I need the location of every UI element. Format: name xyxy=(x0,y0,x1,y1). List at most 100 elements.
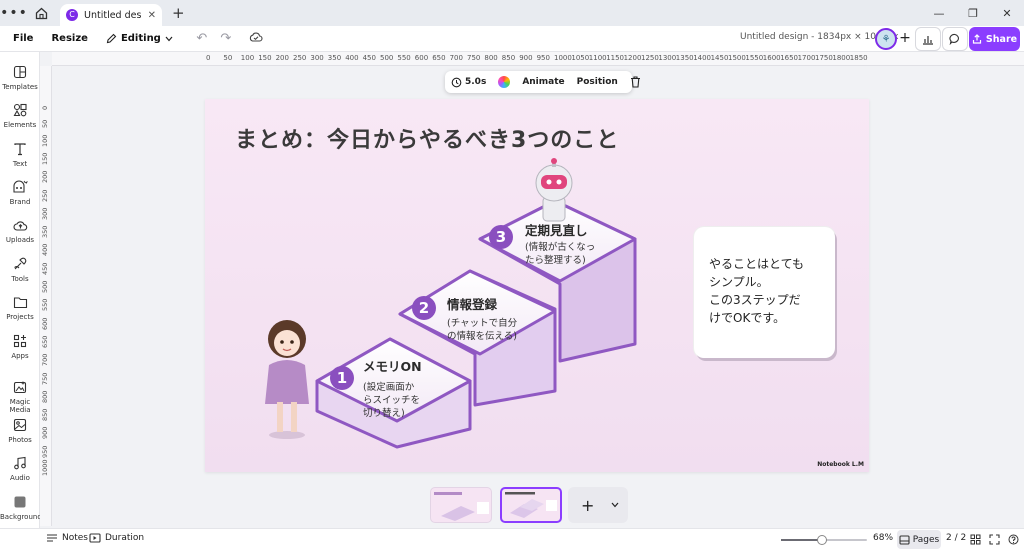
ruler-tick-label: 800 xyxy=(484,54,498,62)
ruler-tick-label: 400 xyxy=(345,54,359,62)
window-controls: — ❐ ✕ xyxy=(922,0,1024,26)
sidebar-item-photos[interactable]: Photos xyxy=(0,417,40,444)
text-icon xyxy=(0,141,40,157)
notes-label: Notes xyxy=(62,533,88,543)
help-icon[interactable] xyxy=(1008,534,1019,545)
sidebar-label: Brand xyxy=(9,198,31,206)
animate-button[interactable]: Animate xyxy=(516,77,570,87)
canva-logo-icon: C xyxy=(66,9,78,21)
resize-button[interactable]: Resize xyxy=(42,33,96,44)
sidebar-item-uploads[interactable]: Uploads xyxy=(0,217,40,244)
step-1-badge[interactable]: 1 xyxy=(330,366,354,390)
add-page-button[interactable]: + xyxy=(568,487,628,523)
ruler-tick-label: 600 xyxy=(41,317,49,330)
left-sidebar: Templates Elements Text Brand Uploads To… xyxy=(0,52,42,528)
chevron-down-icon xyxy=(165,36,173,41)
chevron-down-icon[interactable] xyxy=(611,502,619,508)
sidebar-item-audio[interactable]: Audio xyxy=(0,455,40,482)
sidebar-item-brand[interactable]: Brand xyxy=(0,179,40,206)
duration-timeline-button[interactable]: Duration xyxy=(89,533,144,543)
ruler-tick-label: 50 xyxy=(223,54,233,62)
zoom-slider[interactable] xyxy=(781,535,867,545)
invite-button[interactable]: + xyxy=(897,31,913,47)
zoom-level[interactable]: 68% xyxy=(873,533,893,543)
ruler-tick-label: 750 xyxy=(467,54,481,62)
delete-button[interactable] xyxy=(624,76,647,88)
cloud-save-icon[interactable] xyxy=(244,31,268,47)
page-thumbnail-2[interactable] xyxy=(500,487,562,523)
avatar[interactable]: ⚘ xyxy=(875,28,897,50)
sidebar-label: Projects xyxy=(6,313,34,321)
ruler-tick-label: 850 xyxy=(41,408,49,422)
ruler-tick-label: 1850 xyxy=(849,54,868,62)
ruler-tick-label: 100 xyxy=(41,134,49,147)
new-tab-button[interactable]: + xyxy=(172,4,185,22)
color-button[interactable] xyxy=(492,76,516,88)
sidebar-item-tools[interactable]: Tools xyxy=(0,256,40,283)
ruler-tick-label: 1050 xyxy=(571,54,590,62)
undo-icon[interactable]: ↶ xyxy=(190,31,214,46)
ruler-tick-label: 900 xyxy=(41,426,49,440)
step-2-badge[interactable]: 2 xyxy=(412,296,436,320)
step-1-label[interactable]: メモリON (設定画面か らスイッチを 切り替え) xyxy=(363,356,422,420)
share-button[interactable]: Share xyxy=(969,27,1020,51)
ruler-tick-label: 850 xyxy=(501,54,516,62)
editor-toolbar: File Resize Editing ↶ ↷ Untitled design … xyxy=(0,26,1024,52)
browser-tab[interactable]: C Untitled design - 1... ✕ xyxy=(60,4,162,26)
ruler-tick-label: 350 xyxy=(41,225,49,239)
step-3-subtitle: (情報が古くなっ たら整理する) xyxy=(525,242,596,266)
audio-icon xyxy=(0,455,40,471)
zoom-slider-handle[interactable] xyxy=(817,535,828,545)
close-window-icon[interactable]: ✕ xyxy=(990,7,1024,20)
sidebar-item-magic-media[interactable]: Magic Media xyxy=(0,379,40,414)
step-1-title: メモリON xyxy=(363,359,422,374)
design-page[interactable]: まとめ：今日からやるべき3つのこと 1 メモリON (設定画面か らスイッチを … xyxy=(205,99,869,472)
pages-button[interactable]: Pages xyxy=(897,530,941,549)
zoom-slider-fill xyxy=(781,539,823,541)
tab-close-icon[interactable]: ✕ xyxy=(148,10,156,21)
page-floating-toolbar: 5.0s Animate Position xyxy=(445,71,640,93)
sidebar-item-apps[interactable]: Apps xyxy=(0,333,40,360)
redo-icon[interactable]: ↷ xyxy=(214,31,238,46)
bar-chart-icon xyxy=(923,35,933,45)
elements-icon xyxy=(0,102,40,118)
ruler-tick-label: 550 xyxy=(397,54,411,62)
credit-text: Notebook L.M xyxy=(817,461,864,468)
summary-note-card[interactable]: やることはとても シンプル。 この3ステップだ けでOKです。 xyxy=(694,227,835,358)
file-menu[interactable]: File xyxy=(4,33,42,44)
ruler-tick-label: 150 xyxy=(41,152,49,165)
insights-button[interactable] xyxy=(915,27,941,51)
step-2-label[interactable]: 情報登録 (チャットで自分 の情報を伝える) xyxy=(447,294,517,343)
ruler-tick-label: 550 xyxy=(41,298,49,312)
grid-view-icon[interactable] xyxy=(970,534,981,545)
ruler-tick-label: 450 xyxy=(362,54,376,62)
fullscreen-icon[interactable] xyxy=(989,534,1000,545)
sidebar-item-background[interactable]: Background xyxy=(0,494,42,521)
restore-icon[interactable]: ❐ xyxy=(956,7,990,20)
sidebar-item-templates[interactable]: Templates xyxy=(0,64,40,91)
home-icon[interactable] xyxy=(28,7,54,20)
uploads-icon xyxy=(0,217,40,233)
notes-button[interactable]: Notes xyxy=(46,533,88,543)
ruler-horizontal[interactable]: 0 50 100 150 200 250 300 350 400 450 500 550 600 650 7… xyxy=(52,52,1024,66)
ruler-tick-label: 1750 xyxy=(815,54,833,62)
minimize-icon[interactable]: — xyxy=(922,7,956,20)
step-3-label[interactable]: 定期見直し (情報が古くなっ たら整理する) xyxy=(525,220,595,267)
ruler-vertical[interactable]: 0 50 100 150 200 250 300 350 400 450 500 550 600 650 7… xyxy=(40,66,52,526)
sidebar-item-projects[interactable]: Projects xyxy=(0,294,40,321)
duration-label: 5.0s xyxy=(465,77,487,87)
sidebar-label: Background xyxy=(0,513,42,521)
ruler-tick-label: 350 xyxy=(327,54,342,62)
editing-dropdown[interactable]: Editing xyxy=(97,33,182,44)
notes-icon xyxy=(47,534,57,542)
sidebar-item-elements[interactable]: Elements xyxy=(0,102,40,129)
color-wheel-icon xyxy=(498,76,511,88)
step-3-badge[interactable]: 3 xyxy=(489,225,513,249)
position-button[interactable]: Position xyxy=(571,77,624,87)
browser-menu-icon[interactable]: ••• xyxy=(0,5,28,21)
sidebar-item-text[interactable]: Text xyxy=(0,141,40,168)
pages-label: Pages xyxy=(912,534,940,545)
comments-button[interactable] xyxy=(942,27,968,51)
page-thumbnail-1[interactable] xyxy=(430,487,492,523)
duration-button[interactable]: 5.0s xyxy=(445,77,492,88)
